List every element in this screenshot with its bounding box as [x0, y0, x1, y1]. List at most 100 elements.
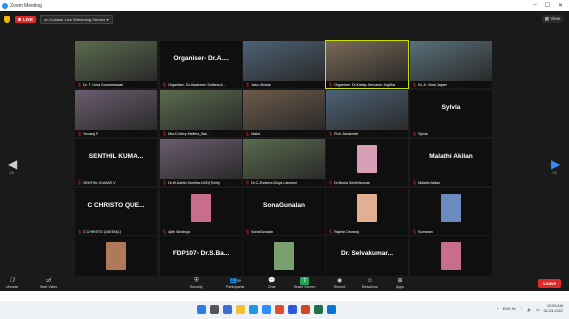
excel-icon[interactable]	[314, 305, 323, 314]
participant-tile[interactable]: SENTHIL KUMA... 🎙 SENTHIL KUMAR V	[75, 139, 157, 186]
participant-tile[interactable]: Organiser- Dr.A.... 🎙 Organiser- Dr.Alwane…	[160, 41, 242, 88]
chrome-icon[interactable]	[275, 305, 284, 314]
live-label: LIVE	[23, 16, 34, 22]
participant-tile[interactable]: 🎙 Mrs.D.Mery Melitha_Bal...	[160, 90, 242, 137]
stream-service-dropdown[interactable]: on Custom Live Streaming Service ▾	[40, 14, 113, 24]
participant-name-label: 🎙 Ajith Sindhuja	[162, 229, 190, 234]
word-icon[interactable]	[288, 305, 297, 314]
system-tray: ^ ENG IN ⌔ 🔈 ▭ 10:53 AM 02-03-2022	[497, 304, 563, 314]
participant-tile[interactable]: 🎙 Dr.W.Ashlin Sunitha-HOD(Trinity	[160, 139, 242, 186]
view-button[interactable]: ▦ View	[541, 15, 563, 23]
next-page-arrow-icon[interactable]: ▶	[551, 157, 560, 171]
participant-tile[interactable]: Sylvia 🎙 Sylvia	[410, 90, 492, 137]
muted-microphone-icon: 🎙	[328, 131, 334, 136]
leave-button[interactable]: Leave	[538, 279, 561, 288]
taskbar-apps	[197, 305, 336, 314]
start-video-button[interactable]: ▭̸ Start Video	[40, 277, 57, 289]
participant-tile[interactable]: 🎙 Rajesh Devaraj	[326, 188, 408, 235]
muted-microphone-icon: 🎙	[412, 229, 418, 234]
prev-page-arrow-icon[interactable]: ◀	[8, 157, 17, 171]
windows-taskbar: ^ ENG IN ⌔ 🔈 ▭ 10:53 AM 02-03-2022	[0, 301, 569, 319]
participant-video	[75, 90, 157, 130]
muted-microphone-icon: 🎙	[77, 131, 83, 136]
participant-tile[interactable]: 🎙 Jasu Jilvivan	[243, 41, 325, 88]
security-shield-icon[interactable]	[4, 15, 10, 23]
participant-tile[interactable]: 🎙 Prof. Asharmila	[326, 90, 408, 137]
wifi-icon[interactable]: ⌔	[520, 307, 524, 312]
task-view-icon[interactable]	[223, 305, 232, 314]
share-screen-button[interactable]: ⇧ Share Screen	[294, 277, 315, 289]
zoom-taskbar-icon[interactable]	[262, 305, 271, 314]
participant-display-name: Sylvia	[441, 104, 461, 111]
meeting-toolbar: 🎙̸ Unmute ▭̸ Start Video ⛨ Security 👥50 Part…	[0, 276, 569, 291]
participant-display-name: Dr. Selvakumar...	[340, 250, 394, 257]
maximize-button[interactable]: ☐	[545, 2, 550, 9]
battery-icon[interactable]: ▭	[536, 307, 540, 312]
participants-count: 50	[236, 279, 241, 283]
start-video-label: Start Video	[40, 285, 58, 289]
muted-microphone-icon: 🎙	[245, 180, 251, 185]
participant-tile[interactable]: 🎙 Dr. T. Uma Gomaneswari	[75, 41, 157, 88]
participant-name: Jasu Jilvivan	[251, 82, 272, 87]
volume-icon[interactable]: 🔈	[527, 307, 532, 312]
next-page-number: 1/6	[552, 171, 557, 175]
reactions-button[interactable]: ☺ Reactions	[362, 277, 378, 289]
participant-name-label: 🎙 Rajesh Devaraj	[328, 229, 359, 234]
clock-date: 02-03-2022	[543, 309, 563, 313]
chat-label: Chat	[268, 285, 276, 289]
start-icon[interactable]	[197, 305, 206, 314]
chevron-up-icon[interactable]: ^	[497, 307, 499, 311]
participants-button[interactable]: 👥50 Participants	[226, 277, 244, 289]
participant-name: Organiser- Dr.Kaliap Jeevaner Jogitha	[334, 82, 396, 87]
participant-name: Dr. T. Uma Gomaneswari	[83, 82, 124, 87]
participant-tile[interactable]: SonaGunalan 🎙 SonaGunalan	[243, 188, 325, 235]
file-explorer-icon[interactable]	[236, 305, 245, 314]
participant-tile[interactable]: 🎙 Organiser- Dr.Kaliap Jeevaner Jogitha	[325, 40, 409, 89]
participant-tile[interactable]: 🎙 Nisha	[243, 90, 325, 137]
edge-icon[interactable]	[249, 305, 258, 314]
clock[interactable]: 10:53 AM 02-03-2022	[544, 304, 563, 314]
muted-microphone-icon: 🎙	[162, 180, 168, 185]
zoom-logo-icon	[2, 2, 8, 9]
muted-microphone-icon: 🎙	[245, 82, 251, 87]
screen: Zoom Meeting – ☐ ✕ LIVE on Custom Live S…	[0, 0, 569, 319]
participant-avatar	[274, 242, 294, 270]
live-badge[interactable]: LIVE	[15, 15, 37, 23]
language-indicator[interactable]: ENG IN	[503, 307, 516, 311]
security-button[interactable]: ⛨ Security	[190, 277, 203, 289]
participant-avatar	[441, 242, 461, 270]
participant-video	[243, 90, 325, 130]
meeting-topbar: LIVE on Custom Live Streaming Service ▾ …	[0, 11, 569, 27]
participant-tile[interactable]: 🎙 Kumaran	[410, 188, 492, 235]
participant-tile[interactable]: Malathi Akilan 🎙 Malathi Akilan	[410, 139, 492, 186]
participant-display-name: Organiser- Dr.A....	[173, 55, 229, 62]
apps-button[interactable]: ⊞ Apps	[396, 277, 404, 289]
participant-tile[interactable]: 🎙 Ajith Sindhuja	[160, 188, 242, 235]
meeting-area: LIVE on Custom Live Streaming Service ▾ …	[0, 11, 569, 291]
share-screen-icon: ⇧	[300, 277, 310, 285]
muted-microphone-icon: 🎙	[77, 82, 83, 87]
participant-tile[interactable]: 🎙 Dr.Beula Senthilkumar	[326, 139, 408, 186]
participant-tile[interactable]: C CHRISTO QUE... 🎙 C CHRISTO QUEEN(L)	[75, 188, 157, 235]
powerpoint-icon[interactable]	[301, 305, 310, 314]
mail-icon[interactable]	[327, 305, 336, 314]
record-icon: ◉	[337, 278, 343, 284]
unmute-button[interactable]: 🎙̸ Unmute	[6, 277, 18, 289]
participant-name: Dr.C.Zhokhra Divya Lakshmi	[251, 180, 297, 185]
close-button[interactable]: ✕	[558, 2, 563, 9]
participant-display-name: FDP107- Dr.S.Ba...	[172, 250, 230, 257]
chat-button[interactable]: 💬 Chat	[268, 277, 275, 289]
participant-display-name: SonaGunalan	[263, 202, 305, 209]
participant-tile[interactable]: 🎙 Dr. A. Vinai Jayam	[410, 41, 492, 88]
participant-tile[interactable]: 🎙 Yuvaraj P	[75, 90, 157, 137]
search-icon[interactable]	[210, 305, 219, 314]
participant-tile[interactable]: 🎙 Dr.C.Zhokhra Divya Lakshmi	[243, 139, 325, 186]
reactions-label: Reactions	[362, 285, 378, 289]
muted-microphone-icon: 🎙	[328, 229, 334, 234]
muted-microphone-icon: 🎙	[328, 180, 334, 185]
minimize-button[interactable]: –	[533, 2, 536, 9]
participant-name: Prof. Asharmila	[334, 131, 359, 136]
participant-name-label: 🎙 C CHRISTO QUEEN(L)	[77, 229, 121, 234]
record-button[interactable]: ◉ Record	[334, 277, 345, 289]
view-label: View	[550, 16, 560, 21]
